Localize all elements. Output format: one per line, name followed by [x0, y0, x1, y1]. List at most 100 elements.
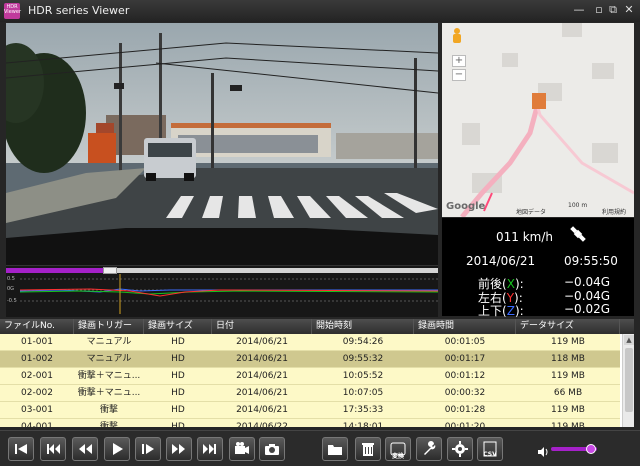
skip-to-start-button[interactable] — [8, 437, 34, 461]
next-file-button[interactable] — [197, 437, 223, 461]
video-frame-image — [6, 23, 438, 265]
open-folder-button[interactable] — [322, 437, 348, 461]
cell-start-time: 17:35:33 — [342, 405, 384, 415]
previous-file-button[interactable] — [40, 437, 66, 461]
table-vertical-scrollbar[interactable]: ▲ — [622, 334, 634, 427]
column-header-trigger[interactable]: 録画トリガー — [74, 319, 144, 334]
convert-button[interactable]: 変換 — [385, 437, 411, 461]
cell-trigger: 衝撃＋マニュ... — [77, 388, 141, 398]
playback-controls-bar: 変換 CSV — [0, 430, 640, 466]
cell-record-size: HD — [171, 405, 185, 415]
cell-duration: 00:00:32 — [444, 388, 486, 398]
cell-data-size: 119 MB — [551, 405, 585, 415]
step-forward-button[interactable] — [135, 437, 161, 461]
scroll-thumb[interactable] — [625, 348, 633, 412]
street-view-pegman-icon[interactable] — [450, 27, 464, 45]
snapshot-button[interactable] — [259, 437, 285, 461]
csv-export-button[interactable]: CSV — [477, 437, 503, 461]
cell-duration: 00:01:28 — [444, 405, 486, 415]
cell-date: 2014/06/21 — [236, 337, 288, 347]
map-zoom-out-button[interactable]: − — [452, 69, 466, 81]
video-player[interactable] — [6, 23, 438, 265]
rewind-button[interactable] — [72, 437, 98, 461]
timeline-panel: 0.5 0G -0.5 — [6, 265, 438, 317]
app-logo-icon: HDR Viewer — [4, 3, 21, 19]
cell-record-size: HD — [171, 388, 185, 398]
map-data-label[interactable]: 地図データ — [516, 207, 546, 216]
playback-progress-fill — [6, 268, 106, 273]
table-row[interactable]: 03-001 衝撃 HD 2014/06/21 17:35:33 00:01:28 119 … — [0, 402, 620, 419]
accel-lr-value: −0.04G — [564, 289, 611, 303]
cell-data-size: 118 MB — [551, 354, 585, 364]
cell-duration: 00:01:17 — [444, 354, 486, 364]
fast-forward-button[interactable] — [166, 437, 192, 461]
table-row[interactable]: 02-002 衝撃＋マニュ... HD 2014/06/21 10:07:05 00:00… — [0, 385, 620, 402]
cell-file-no: 01-002 — [21, 354, 53, 364]
cell-trigger: マニュアル — [86, 337, 132, 347]
cell-data-size: 119 MB — [551, 422, 585, 427]
cell-duration: 00:01:20 — [444, 422, 486, 427]
tools-button[interactable] — [416, 437, 442, 461]
cell-date: 2014/06/21 — [236, 371, 288, 381]
cell-start-time: 09:54:26 — [342, 337, 384, 347]
cell-file-no: 01-001 — [21, 337, 53, 347]
cell-trigger: 衝撃 — [99, 422, 118, 427]
map-panel[interactable]: + − Google 地図データ 100 m 利用規約 — [442, 23, 634, 217]
cell-record-size: HD — [171, 422, 185, 427]
map-zoom-in-button[interactable]: + — [452, 55, 466, 67]
cell-date: 2014/06/21 — [236, 354, 288, 364]
column-header-file-no[interactable]: ファイルNo. — [0, 319, 74, 334]
gps-satellite-icon — [568, 224, 588, 244]
video-camera-button[interactable] — [229, 437, 255, 461]
play-button[interactable] — [104, 437, 130, 461]
cell-date: 2014/06/21 — [236, 388, 288, 398]
recording-file-table: ファイルNo. 録画トリガー 録画サイズ 日付 開始時刻 録画時間 データサイズ 01-00… — [0, 319, 634, 427]
table-row[interactable]: 01-001 マニュアル HD 2014/06/21 09:54:26 00:01:05 1… — [0, 334, 620, 351]
cell-duration: 00:01:05 — [444, 337, 486, 347]
map-image — [442, 23, 634, 217]
cell-trigger: 衝撃 — [99, 405, 118, 415]
minimize-button[interactable]: — — [570, 2, 588, 18]
google-logo: Google — [446, 201, 486, 212]
cell-duration: 00:01:12 — [444, 371, 486, 381]
cell-trigger: マニュアル — [86, 354, 132, 364]
volume-slider[interactable] — [551, 444, 597, 454]
map-terms-link[interactable]: 利用規約 — [602, 207, 626, 216]
settings-button[interactable] — [447, 437, 473, 461]
g-sensor-graph — [20, 274, 438, 314]
column-header-duration[interactable]: 録画時間 — [414, 319, 516, 334]
cell-record-size: HD — [171, 354, 185, 364]
playback-progress-bar[interactable] — [6, 267, 438, 274]
cell-data-size: 66 MB — [553, 388, 583, 398]
table-row[interactable]: 01-002 マニュアル HD 2014/06/21 09:55:32 00:01:17 1… — [0, 351, 620, 368]
cell-start-time: 09:55:32 — [342, 354, 384, 364]
g-scale-label-bottom: -0.5 — [7, 298, 17, 304]
cell-record-size: HD — [171, 337, 185, 347]
time-readout: 09:55:50 — [564, 254, 618, 268]
app-title: HDR series Viewer — [28, 4, 130, 17]
delete-button[interactable] — [355, 437, 381, 461]
accel-ud-label: 上下(Z): — [478, 304, 524, 318]
cell-data-size: 119 MB — [551, 371, 585, 381]
viewer-window: HDR Viewer HDR series Viewer — ▫ ⧉ ✕ 0.5… — [0, 0, 640, 466]
table-header: ファイルNo. 録画トリガー 録画サイズ 日付 開始時刻 録画時間 データサイズ — [0, 319, 634, 334]
cell-start-time: 14:18:01 — [342, 422, 384, 427]
cell-start-time: 10:05:52 — [342, 371, 384, 381]
cell-file-no: 04-001 — [21, 422, 53, 427]
cell-record-size: HD — [171, 371, 185, 381]
cell-file-no: 02-002 — [21, 388, 53, 398]
scroll-up-arrow-icon[interactable]: ▲ — [624, 335, 634, 345]
column-header-start-time[interactable]: 開始時刻 — [312, 319, 414, 334]
accel-fb-value: −0.04G — [564, 275, 611, 289]
playback-position-handle[interactable] — [103, 267, 118, 274]
close-button[interactable]: ✕ — [620, 2, 638, 18]
table-row[interactable]: 04-001 衝撃 HD 2014/06/22 14:18:01 00:01:20 119 … — [0, 419, 620, 427]
volume-slider-handle[interactable] — [586, 444, 597, 454]
table-row[interactable]: 02-001 衝撃＋マニュ... HD 2014/06/21 10:05:52 00:01… — [0, 368, 620, 385]
map-scale-label: 100 m — [568, 202, 588, 209]
column-header-date[interactable]: 日付 — [212, 319, 312, 334]
column-header-record-size[interactable]: 録画サイズ — [144, 319, 212, 334]
cell-date: 2014/06/21 — [236, 405, 288, 415]
column-header-data-size[interactable]: データサイズ — [516, 319, 620, 334]
csv-export-label: CSV — [483, 451, 497, 458]
